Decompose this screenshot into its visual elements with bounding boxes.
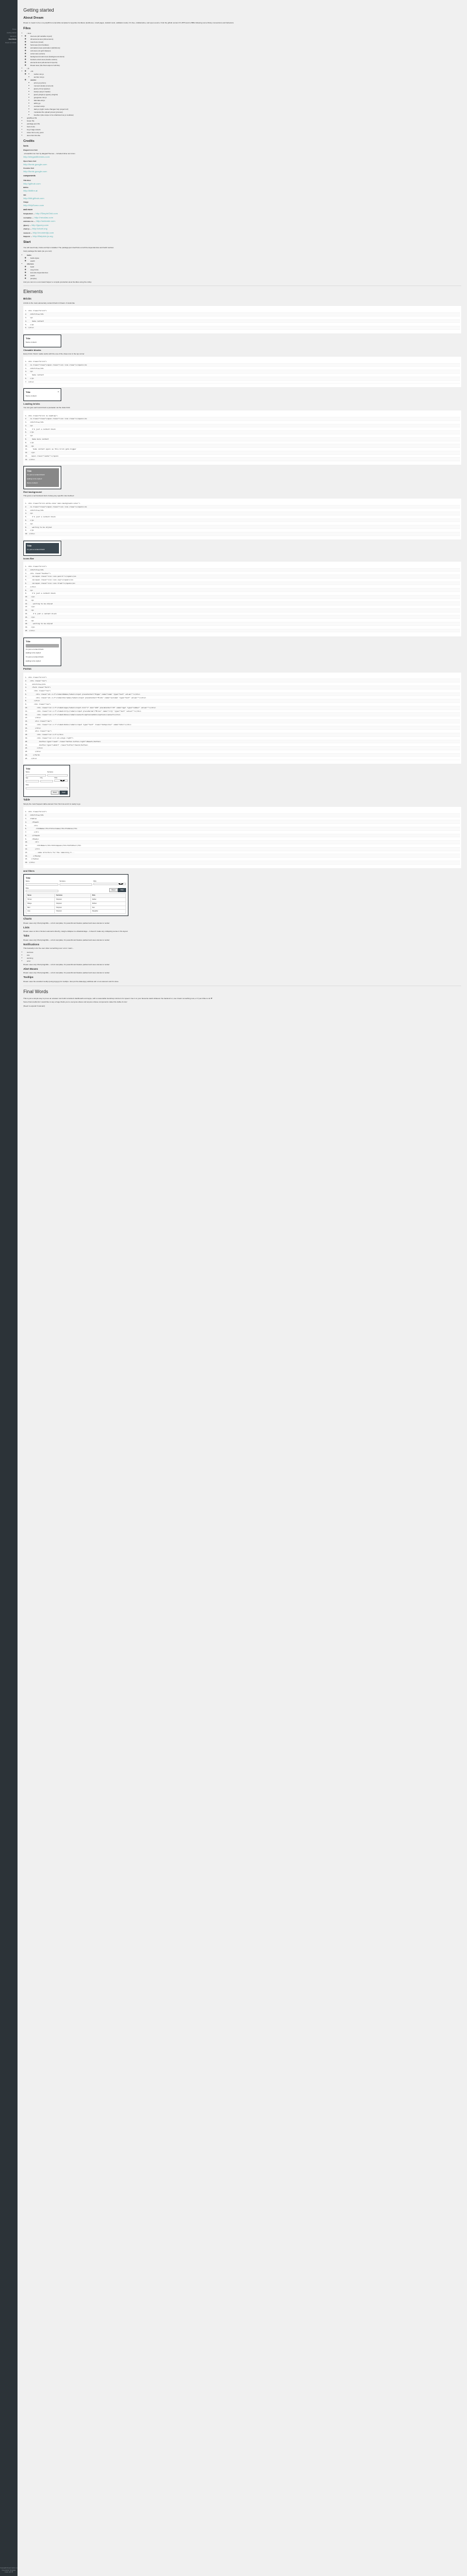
- final-words-title: Final Words: [23, 988, 461, 995]
- code-loading: <div class="brick is-loading"> <a class=…: [23, 410, 461, 465]
- tasks-list: tasksbuild-styleswatch site-lessbuildcop…: [27, 254, 461, 280]
- files-heading: Files: [23, 26, 461, 31]
- table-row: MargeSimpsonMother: [26, 901, 126, 906]
- credits-components: TOLShothttp://github.com Bitfirehttp://b…: [23, 179, 461, 208]
- preview-closable: ✕ TitleSome content: [23, 388, 61, 401]
- charts-heading: Charts: [23, 917, 461, 921]
- bg-heading: Red background: [23, 490, 461, 494]
- elements-title: Elements: [23, 288, 461, 295]
- more-subheading: and more: [23, 208, 461, 211]
- tooltips-heading: Tooltips: [23, 976, 461, 980]
- preview-search-table: Title Name Surname Roleadmin Date Reset …: [23, 874, 128, 916]
- bricks-heading: Bricks: [23, 297, 461, 301]
- link[interactable]: http://github.com: [23, 182, 41, 185]
- filter-button[interactable]: Filter: [118, 888, 126, 893]
- page-title: Getting started: [23, 7, 461, 14]
- alerts-heading: Alert Boxes: [23, 967, 461, 972]
- start-text: You will need Gulp, Node and Npm install…: [23, 246, 461, 249]
- close-icon[interactable]: ✕: [57, 391, 59, 394]
- code-bg: <div class="brick white-color main-backg…: [23, 499, 461, 539]
- link[interactable]: http://fonts.google.com: [23, 163, 47, 166]
- surname-field[interactable]: [47, 774, 68, 777]
- table-heading: Table: [23, 798, 461, 802]
- link[interactable]: http://necolas.com: [34, 216, 53, 219]
- link[interactable]: http://elegantthemes.com: [23, 155, 50, 158]
- credits-heading: Credits: [23, 139, 461, 144]
- forms-heading: Forms: [23, 667, 461, 671]
- sidebar: Home Getting started Elements Final Word…: [0, 0, 18, 2576]
- credits-fonts: Elegant icon fonta beautiful icon font b…: [23, 148, 461, 173]
- code-closable: <div class="brick"> <a class="close"><sp…: [23, 357, 461, 388]
- toolbar-icons[interactable]: [26, 644, 59, 648]
- credits-more: SimpleGrid – http://SimpleGrid.com norma…: [23, 212, 461, 238]
- reset-button[interactable]: Reset: [51, 791, 60, 795]
- send-button[interactable]: Send: [60, 791, 68, 795]
- link[interactable]: http://WpSumo.com: [23, 204, 44, 207]
- link[interactable]: http://momentjs.com: [33, 231, 54, 234]
- about-heading: About Dream: [23, 16, 461, 20]
- link[interactable]: http://chart.org: [32, 227, 47, 230]
- main-content: Getting started About Dream Dream is mea…: [18, 0, 467, 2576]
- data-table: NameSurnameRole HomerSimpsonFather Marge…: [26, 893, 126, 914]
- link[interactable]: http://SimpleGrid.com: [35, 212, 57, 215]
- preview-brick: TitleSome content: [23, 335, 61, 347]
- preview-toolbar: Title I'm just a content blockwaiting to…: [23, 638, 61, 666]
- files-tree: • less site.less (all variable import)di…: [27, 32, 461, 137]
- filter-surname[interactable]: [60, 883, 92, 886]
- filter-date[interactable]: [26, 890, 58, 892]
- table-row: BartSimpsonSon: [26, 906, 126, 910]
- filter-reset-button[interactable]: Reset: [109, 888, 118, 893]
- link[interactable]: http://animate.com: [36, 220, 55, 222]
- link[interactable]: http://litit.github.com: [23, 197, 44, 200]
- sidebar-footer: Copyright Dream Admin. A Free Admin Temp…: [0, 2567, 18, 2574]
- name-field[interactable]: [26, 774, 46, 777]
- components-subheading: components: [23, 175, 461, 177]
- link[interactable]: http://bitfire.at: [23, 189, 37, 192]
- start-heading: Start: [23, 240, 461, 245]
- city-field[interactable]: [40, 780, 54, 782]
- notification-types: successinfowarningerror: [27, 951, 461, 963]
- code-table: <div class="brick"> <h3>Title</h3> <tabl…: [23, 807, 461, 868]
- code-brick: <div class="brick"> <h3>Title</h3> <p> S…: [23, 306, 461, 333]
- tabs-heading: Tabs: [23, 934, 461, 938]
- notifications-heading: Notifications: [23, 943, 461, 947]
- filters-heading: and filters: [23, 869, 461, 873]
- age-field[interactable]: [26, 780, 39, 782]
- preview-bg: TitleI'm just a content block: [23, 541, 61, 556]
- filter-name[interactable]: [26, 883, 58, 886]
- loading-heading: Loading bricks: [23, 402, 461, 406]
- table-row: HomerSimpsonFather: [26, 898, 126, 902]
- preview-form: Title Name Surname Age City Roleadmin Da…: [23, 765, 70, 797]
- role-select[interactable]: admin: [54, 779, 68, 782]
- filter-role[interactable]: admin: [93, 883, 126, 885]
- nav-github[interactable]: Dream on Github: [0, 41, 18, 45]
- lists-heading: Lists: [23, 926, 461, 930]
- link[interactable]: http://flatpickr.js.org: [33, 235, 53, 238]
- closable-heading: Closable blocks: [23, 349, 461, 352]
- code-toolbar: <div class="brick"> <h3>Title</h3> <div …: [23, 562, 461, 636]
- toolbar-heading: Icons Bar: [23, 557, 461, 561]
- link[interactable]: http://jquery.com: [32, 224, 48, 227]
- table-row: LisaSimpsonDaughter: [26, 910, 126, 914]
- link[interactable]: http://fonts.google.com: [23, 170, 47, 173]
- about-text: Dream is meant to be a no-polyfill but e…: [23, 22, 461, 25]
- fonts-subheading: fonts: [23, 145, 461, 148]
- preview-loading: Title I'm just a content blockwaiting to…: [23, 466, 61, 489]
- code-form: <div class="brick"> <div class="row"> <h…: [23, 673, 461, 764]
- date-field[interactable]: [26, 787, 68, 789]
